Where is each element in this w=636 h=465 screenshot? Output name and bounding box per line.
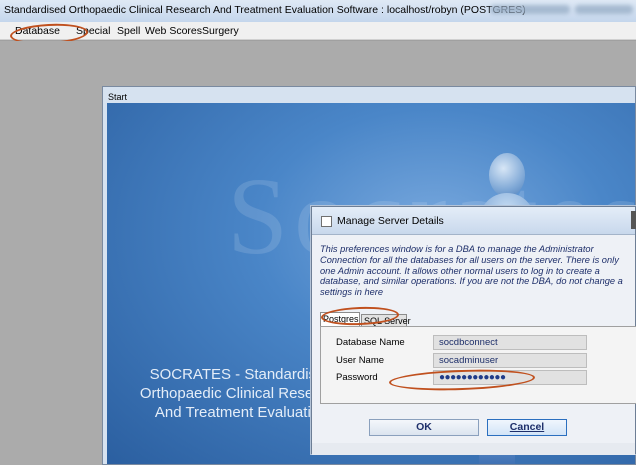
menu-surgery[interactable]: Surgery [202,25,239,37]
cancel-button[interactable]: Cancel [487,419,567,436]
user-name-label: User Name [336,355,385,366]
menu-web-scores[interactable]: Web Scores [145,25,202,37]
description-line: settings in here [320,287,384,298]
database-name-field[interactable]: socdbconnect [433,335,587,350]
postgres-panel: Database Name socdbconnect User Name soc… [320,326,636,404]
dialog-title-bar: Manage Server Details [312,207,636,235]
window-icon [321,216,332,227]
description-line: one Admin account. It allows other norma… [320,265,600,276]
app-title: Standardised Orthopaedic Clinical Resear… [4,4,526,16]
menu-bar: Database Special Spell Web Scores Surger… [0,22,636,40]
menu-spell[interactable]: Spell [117,25,140,37]
database-name-label: Database Name [336,337,405,348]
user-name-field[interactable]: socadminuser [433,353,587,368]
start-window-title: Start [108,92,128,102]
password-label: Password [336,372,378,383]
blurred-title-fragment [490,5,570,14]
description-line: Connection for all the databases for all… [320,254,619,265]
cancel-button-label: Cancel [509,421,545,433]
ok-button[interactable]: OK [369,419,479,436]
description-line: This preferences window is for a DBA to … [320,244,594,254]
close-icon[interactable] [631,211,636,229]
app-title-bar: Standardised Orthopaedic Clinical Resear… [0,0,636,22]
manage-server-dialog: Manage Server Details This preferences w… [311,206,636,455]
description-line: database, and similar operations. If you… [320,276,623,287]
dialog-description: This preferences window is for a DBA to … [320,244,636,298]
dialog-footer [312,443,635,455]
figure-head [489,153,525,197]
dialog-title: Manage Server Details [337,215,444,227]
blurred-title-fragment-2 [575,5,633,14]
